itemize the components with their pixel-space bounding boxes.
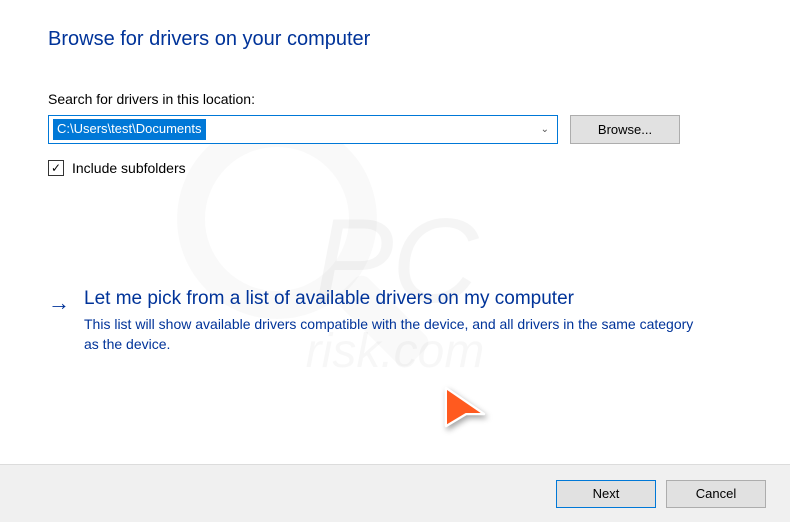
arrow-right-icon: → bbox=[48, 290, 70, 355]
path-value: C:\Users\test\Documents bbox=[53, 119, 206, 140]
chevron-down-icon[interactable]: ⌄ bbox=[541, 124, 549, 135]
include-subfolders-label: Include subfolders bbox=[72, 160, 186, 176]
pick-from-list-option[interactable]: → Let me pick from a list of available d… bbox=[48, 288, 742, 355]
include-subfolders-checkbox[interactable]: ✓ bbox=[48, 160, 64, 176]
pick-option-title: Let me pick from a list of available dri… bbox=[84, 288, 704, 310]
page-title: Browse for drivers on your computer bbox=[48, 28, 742, 51]
cancel-button[interactable]: Cancel bbox=[666, 480, 766, 508]
search-location-label: Search for drivers in this location: bbox=[48, 91, 742, 107]
browse-button[interactable]: Browse... bbox=[570, 115, 680, 144]
next-button[interactable]: Next bbox=[556, 480, 656, 508]
dialog-footer: Next Cancel bbox=[0, 464, 790, 522]
pick-option-description: This list will show available drivers co… bbox=[84, 314, 704, 355]
annotation-cursor-icon bbox=[440, 370, 496, 432]
path-combobox[interactable]: C:\Users\test\Documents ⌄ bbox=[48, 115, 558, 144]
